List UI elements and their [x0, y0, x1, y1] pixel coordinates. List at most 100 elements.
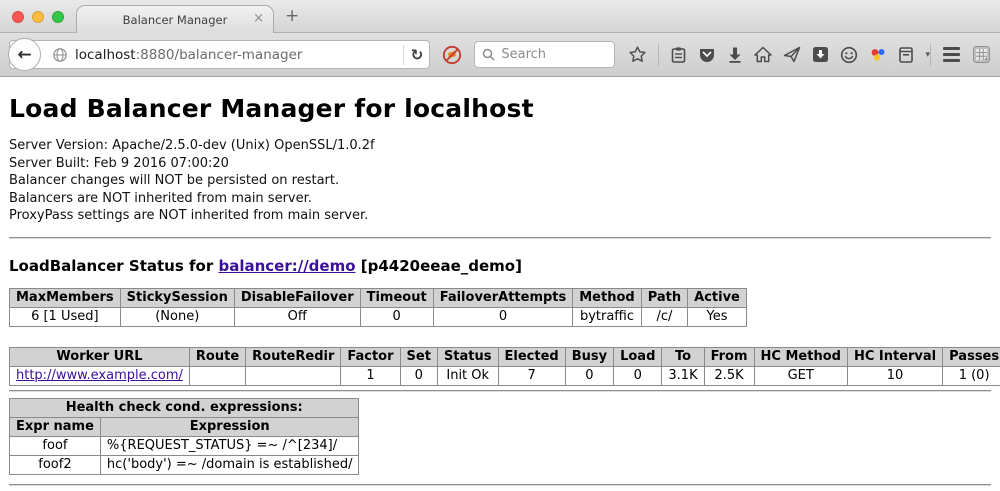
bookmark-star-icon[interactable]: [628, 45, 647, 64]
server-version-line: Server Version: Apache/2.5.0-dev (Unix) …: [9, 137, 991, 155]
cell-to: 3.1K: [662, 366, 704, 385]
col-hc-interval: HC Interval: [847, 347, 942, 366]
cell-timeout: 0: [360, 307, 433, 326]
video-download-icon[interactable]: [812, 46, 829, 63]
status-prefix: LoadBalancer Status for: [9, 257, 218, 275]
cell-routeredir: [246, 366, 341, 385]
cell-hc-method: GET: [754, 366, 847, 385]
col-passes: Passes: [943, 347, 1000, 366]
col-status: Status: [437, 347, 498, 366]
server-built-line: Server Built: Feb 9 2016 07:00:20: [9, 155, 991, 173]
cell-active: Yes: [688, 307, 747, 326]
home-icon[interactable]: [754, 46, 772, 63]
toolbar-right-group: [930, 44, 991, 66]
col-load: Load: [614, 347, 662, 366]
browser-tab[interactable]: Balancer Manager ×: [76, 5, 274, 33]
col-expression: Expression: [100, 417, 359, 436]
worker-status-table: Worker URL Route RouteRedir Factor Set S…: [9, 347, 1000, 386]
cell-disablefailover: Off: [234, 307, 360, 326]
cell-factor: 1: [341, 366, 400, 385]
cell-set: 0: [400, 366, 437, 385]
window-close-button[interactable]: [12, 11, 24, 23]
cell-hc-interval: 10: [847, 366, 942, 385]
toolbar-icons: ▾: [628, 44, 930, 66]
cell-failoverattempts: 0: [433, 307, 573, 326]
site-identity-globe-icon[interactable]: [52, 47, 68, 63]
col-route: Route: [189, 347, 245, 366]
search-field[interactable]: Search: [474, 41, 615, 68]
navigation-toolbar: ← localhost:8880/balancer-manager ↻ Sear…: [0, 33, 1000, 77]
cell-method: bytraffic: [573, 307, 641, 326]
col-active: Active: [688, 288, 747, 307]
back-button[interactable]: ←: [8, 38, 41, 71]
cell-elected: 7: [498, 366, 565, 385]
table-row: foof2 hc('body') =~ /domain is establish…: [10, 455, 359, 474]
feedback-smiley-icon[interactable]: [840, 46, 858, 64]
reload-icon[interactable]: ↻: [411, 46, 424, 64]
cell-busy: 0: [565, 366, 613, 385]
col-routeredir: RouteRedir: [246, 347, 341, 366]
cell-expr-name: foof2: [10, 455, 101, 474]
table-row: http://www.example.com/ 1 0 Init Ok 7 0 …: [10, 366, 1000, 385]
menu-icon[interactable]: [943, 47, 960, 62]
window-controls: [12, 11, 64, 23]
reading-list-icon[interactable]: [670, 46, 687, 64]
balancer-settings-table: MaxMembers StickySession DisableFailover…: [9, 288, 747, 327]
pocket-icon[interactable]: [698, 46, 716, 64]
cell-expr-name: foof: [10, 436, 101, 455]
inherit-notice-line: Balancers are NOT inherited from main se…: [9, 190, 991, 208]
col-method: Method: [573, 288, 641, 307]
table-row: 6 [1 Used] (None) Off 0 0 bytraffic /c/ …: [10, 307, 747, 326]
section-divider: [9, 390, 991, 392]
table-header-row: MaxMembers StickySession DisableFailover…: [10, 288, 747, 307]
section-divider: [9, 237, 991, 239]
col-elected: Elected: [498, 347, 565, 366]
table-title-row: Health check cond. expressions:: [10, 398, 359, 417]
balancer-link[interactable]: balancer://demo: [218, 257, 355, 275]
col-maxmembers: MaxMembers: [10, 288, 121, 307]
col-worker-url: Worker URL: [10, 347, 190, 366]
col-path: Path: [641, 288, 687, 307]
grid-addon-icon[interactable]: [972, 45, 991, 64]
health-check-table: Health check cond. expressions: Expr nam…: [9, 398, 359, 475]
col-timeout: Timeout: [360, 288, 433, 307]
downloads-icon[interactable]: [727, 46, 743, 63]
persist-notice-line: Balancer changes will NOT be persisted o…: [9, 172, 991, 190]
search-placeholder: Search: [501, 47, 546, 62]
plugin-blocked-icon[interactable]: [442, 45, 462, 65]
containers-icon[interactable]: [898, 46, 914, 64]
col-from: From: [704, 347, 754, 366]
url-bar[interactable]: ← localhost:8880/balancer-manager ↻: [9, 40, 430, 69]
col-expr-name: Expr name: [10, 417, 101, 436]
cell-status: Init Ok: [437, 366, 498, 385]
worker-url-link[interactable]: http://www.example.com/: [16, 368, 183, 383]
cell-route: [189, 366, 245, 385]
url-divider: [403, 45, 404, 65]
col-set: Set: [400, 347, 437, 366]
extension-colordots-icon[interactable]: [869, 46, 887, 64]
cell-from: 2.5K: [704, 366, 754, 385]
col-disablefailover: DisableFailover: [234, 288, 360, 307]
page-content: Load Balancer Manager for localhost Serv…: [0, 94, 1000, 486]
send-icon[interactable]: [783, 46, 801, 63]
cell-load: 0: [614, 366, 662, 385]
table-header-row: Expr name Expression: [10, 417, 359, 436]
url-host-text: localhost: [75, 47, 136, 63]
health-table-title: Health check cond. expressions:: [10, 398, 359, 417]
status-suffix: [p4420eeae_demo]: [356, 257, 522, 275]
tab-close-icon[interactable]: ×: [253, 11, 264, 26]
col-busy: Busy: [565, 347, 613, 366]
col-to: To: [662, 347, 704, 366]
window-zoom-button[interactable]: [52, 11, 64, 23]
col-failoverattempts: FailoverAttempts: [433, 288, 573, 307]
cell-expression: %{REQUEST_STATUS} =~ /^[234]/: [100, 436, 359, 455]
tab-title: Balancer Manager: [123, 13, 228, 27]
col-factor: Factor: [341, 347, 400, 366]
cell-expression: hc('body') =~ /domain is established/: [100, 455, 359, 474]
window-minimize-button[interactable]: [32, 11, 44, 23]
new-tab-button[interactable]: +: [285, 6, 299, 26]
table-row: foof %{REQUEST_STATUS} =~ /^[234]/: [10, 436, 359, 455]
cell-maxmembers: 6 [1 Used]: [10, 307, 121, 326]
page-title: Load Balancer Manager for localhost: [9, 94, 991, 123]
toolbar-separator: [658, 44, 659, 66]
